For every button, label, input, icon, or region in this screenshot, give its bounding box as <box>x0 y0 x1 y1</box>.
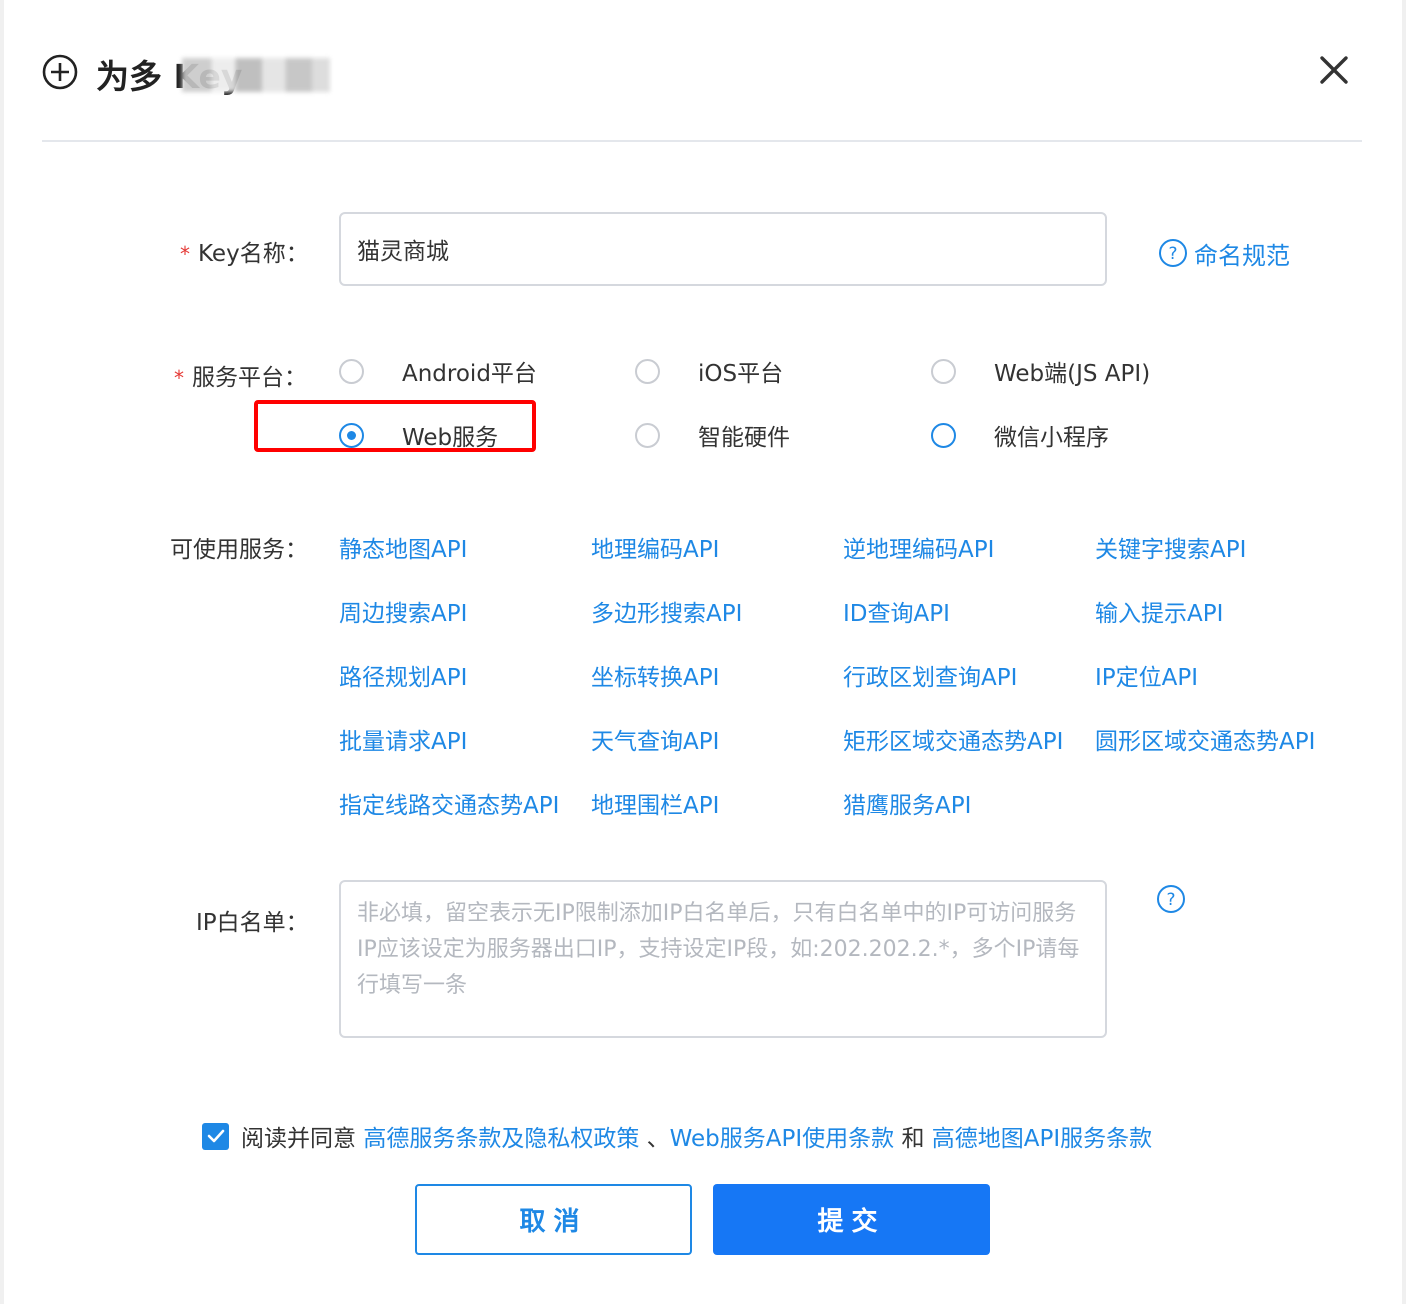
cancel-button[interactable]: 取消 <box>415 1184 692 1255</box>
api-link[interactable]: 矩形区域交通态势API <box>843 722 1063 756</box>
radio-circle[interactable] <box>635 422 660 448</box>
ip-whitelist-label: IP白名单： <box>196 910 309 936</box>
api-link[interactable]: 关键字搜索API <box>1095 530 1246 564</box>
svg-text:?: ? <box>1166 890 1175 910</box>
create-key-dialog: 为多 Key *Key名称： ? 命名规范 *服务平台： Android平台 i… <box>4 0 1402 1304</box>
api-link[interactable]: 路径规划API <box>339 658 467 692</box>
api-link[interactable]: 行政区划查询API <box>843 658 1017 692</box>
separator: 和 <box>901 1126 925 1152</box>
radio-circle[interactable] <box>931 358 956 384</box>
agreement-row: 阅读并同意 高德服务条款及隐私权政策 、 Web服务API使用条款 和 高德地图… <box>202 1120 1152 1152</box>
api-link[interactable]: 多边形搜索API <box>591 594 742 628</box>
close-icon[interactable] <box>1314 50 1354 90</box>
required-mark: * <box>180 242 190 266</box>
api-link[interactable]: 地理编码API <box>591 530 719 564</box>
radio-circle[interactable] <box>931 422 956 448</box>
agreement-prefix: 阅读并同意 <box>241 1126 356 1152</box>
radio-web-js[interactable]: Web端(JS API) <box>931 354 1150 388</box>
api-link[interactable]: IP定位API <box>1095 658 1198 692</box>
radio-circle[interactable] <box>635 358 660 384</box>
radio-smart-hardware[interactable]: 智能硬件 <box>635 418 790 452</box>
submit-button[interactable]: 提交 <box>713 1184 990 1255</box>
api-link[interactable]: 输入提示API <box>1095 594 1223 628</box>
api-link[interactable]: 指定线路交通态势API <box>339 786 559 820</box>
header-divider <box>42 140 1362 142</box>
terms-link-web-service[interactable]: Web服务API使用条款 <box>670 1119 895 1153</box>
check-icon <box>207 1129 224 1143</box>
radio-wechat-miniprogram[interactable]: 微信小程序 <box>931 418 1109 452</box>
naming-rule-link[interactable]: ? 命名规范 <box>1158 236 1290 270</box>
api-link[interactable]: 地理围栏API <box>591 786 719 820</box>
radio-android[interactable]: Android平台 <box>339 354 537 388</box>
separator: 、 <box>646 1126 670 1152</box>
plus-circle-icon <box>42 54 78 90</box>
api-link[interactable]: 天气查询API <box>591 722 719 756</box>
agreement-checkbox[interactable] <box>202 1122 229 1150</box>
terms-link-privacy[interactable]: 高德服务条款及隐私权政策 <box>363 1119 639 1153</box>
api-link[interactable]: ID查询API <box>843 594 950 628</box>
api-link[interactable]: 坐标转换API <box>591 658 719 692</box>
radio-circle[interactable] <box>339 358 364 384</box>
key-name-input[interactable] <box>339 212 1107 286</box>
api-link[interactable]: 批量请求API <box>339 722 467 756</box>
key-name-label: * Key名称： <box>180 241 309 267</box>
terms-link-map-api[interactable]: 高德地图API服务条款 <box>932 1119 1152 1153</box>
api-link[interactable]: 猎鹰服务API <box>843 786 971 820</box>
api-link[interactable]: 周边搜索API <box>339 594 467 628</box>
api-link[interactable]: 静态地图API <box>339 530 467 564</box>
radio-ios[interactable]: iOS平台 <box>635 354 783 388</box>
highlight-box <box>254 400 536 452</box>
question-circle-icon: ? <box>1159 239 1187 267</box>
redacted-title-area <box>182 58 330 92</box>
api-link[interactable]: 圆形区域交通态势API <box>1095 722 1315 756</box>
api-link[interactable]: 逆地理编码API <box>843 530 994 564</box>
ip-whitelist-textarea[interactable] <box>339 880 1107 1038</box>
services-label: 可使用服务： <box>170 537 308 563</box>
svg-text:?: ? <box>1168 244 1177 264</box>
platform-label: * 服务平台： <box>174 365 307 391</box>
question-circle-icon[interactable]: ? <box>1156 884 1186 914</box>
